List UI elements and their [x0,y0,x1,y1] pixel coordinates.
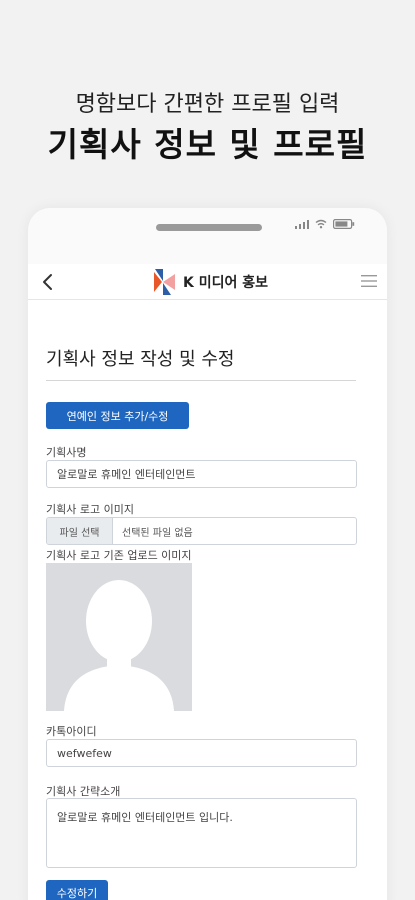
signal-icon [294,219,309,229]
k-logo-icon [154,268,175,295]
app-screen: K 미디어 홍보 기획사 정보 작성 및 수정 연예인 정보 추가/수정 기획사… [28,264,387,900]
existing-logo-label: 기획사 로고 기존 업로드 이미지 [46,549,192,562]
brand-name: K 미디어 홍보 [183,274,268,291]
submit-button[interactable]: 수정하기 [46,880,108,900]
form-container: 기획사 정보 작성 및 수정 연예인 정보 추가/수정 기획사명 알로말로 휴메… [28,301,387,900]
phone-mockup: K 미디어 홍보 기획사 정보 작성 및 수정 연예인 정보 추가/수정 기획사… [28,208,387,900]
file-status-text: 선택된 파일 없음 [122,527,193,539]
title-divider [46,380,356,381]
kakao-id-input[interactable]: wefwefew [46,739,357,767]
hero-subtitle: 명함보다 간편한 프로필 입력 [75,92,340,117]
hamburger-menu-icon[interactable] [361,274,377,288]
logo-image-label: 기획사 로고 이미지 [46,503,134,516]
kakao-id-label: 카톡아이디 [46,725,97,738]
phone-speaker-notch [156,224,262,231]
logo-preview-image [46,563,192,711]
wifi-icon [315,219,327,229]
agency-name-input[interactable]: 알로말로 휴메인 엔터테인먼트 [46,460,357,488]
chevron-left-icon[interactable] [38,272,58,292]
agency-name-label: 기획사명 [46,446,87,459]
app-header: K 미디어 홍보 [28,264,387,300]
brand-logo[interactable]: K 미디어 홍보 [147,267,268,297]
intro-textarea[interactable]: 알로말로 휴메인 엔터테인먼트 입니다. [46,798,357,868]
person-silhouette-icon [64,580,174,711]
page-title: 기획사 정보 작성 및 수정 [46,349,235,370]
intro-label: 기획사 간략소개 [46,785,121,798]
battery-icon [333,219,355,229]
file-select-button[interactable]: 파일 선택 [47,518,113,544]
logo-file-input[interactable]: 파일 선택 선택된 파일 없음 [46,517,357,545]
add-celebrity-button[interactable]: 연예인 정보 추가/수정 [46,402,189,429]
hero-title: 기획사 정보 및 프로필 [47,125,368,164]
status-bar [294,219,356,229]
